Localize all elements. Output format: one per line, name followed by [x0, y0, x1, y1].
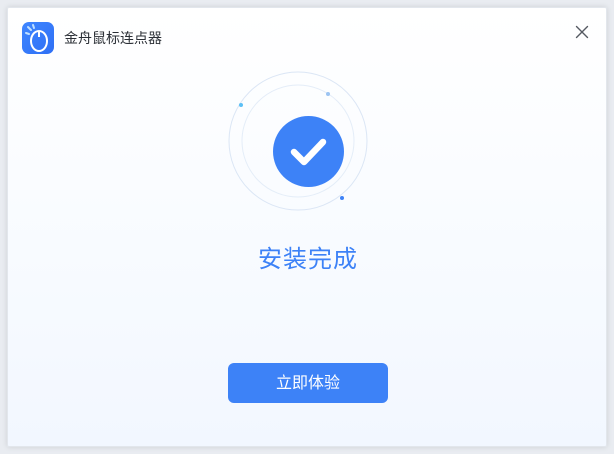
app-logo-mouse-icon [22, 22, 54, 54]
checkmark-icon [290, 138, 327, 166]
install-complete-title: 安装完成 [258, 245, 358, 273]
try-now-button[interactable]: 立即体验 [228, 363, 388, 403]
close-icon[interactable] [572, 22, 592, 42]
success-badge [273, 116, 344, 187]
close-button[interactable] [572, 22, 592, 42]
installer-window: 金舟鼠标连点器 安装完成 立即体验 [7, 7, 607, 447]
window-title: 金舟鼠标连点器 [64, 31, 162, 47]
